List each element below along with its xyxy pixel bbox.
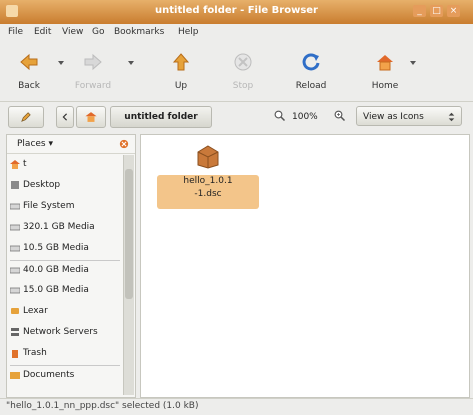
back-arrow-icon <box>20 53 38 71</box>
sidebar-item-file-system[interactable]: File System <box>10 197 120 215</box>
edit-location-button[interactable] <box>8 106 44 128</box>
home-icon <box>377 55 393 71</box>
path-current-folder-button[interactable]: untitled folder <box>110 106 212 128</box>
file-item-selected[interactable]: hello_1.0.1 -1.dsc <box>157 145 259 209</box>
view-mode-select[interactable]: View as Icons <box>356 106 462 126</box>
trash-icon <box>12 350 18 358</box>
sidebar-item-trash[interactable]: Trash <box>10 344 120 362</box>
home-dropdown-icon[interactable] <box>410 61 416 65</box>
drive-icon <box>10 287 20 294</box>
usb-drive-icon <box>11 308 19 314</box>
sidebar-item-home[interactable]: t <box>10 155 120 173</box>
forward-button[interactable]: Forward <box>64 47 122 95</box>
file-name-line-1: hello_1.0.1 <box>183 176 233 186</box>
sidebar-scrollbar[interactable] <box>123 155 134 395</box>
reload-button[interactable]: Reload <box>282 47 340 95</box>
zoom-in-icon[interactable] <box>334 110 346 122</box>
network-icon <box>11 328 19 336</box>
zoom-out-icon[interactable] <box>274 110 286 122</box>
drive-icon <box>10 203 20 210</box>
sidebar-item-media-320[interactable]: 320.1 GB Media <box>10 218 120 236</box>
sidebar-item-network-servers[interactable]: Network Servers <box>10 323 120 341</box>
close-icon[interactable]: × <box>447 5 460 17</box>
package-file-icon <box>197 145 219 169</box>
sidebar-header: Places ▾ <box>7 135 135 154</box>
menu-bar: File Edit View Go Bookmarks Help <box>0 25 473 42</box>
stop-button[interactable]: Stop <box>214 47 272 95</box>
back-button[interactable]: Back <box>0 47 58 95</box>
reload-icon <box>302 53 320 71</box>
sidebar-item-desktop[interactable]: Desktop <box>10 176 120 194</box>
drive-icon <box>10 267 20 274</box>
folder-icon <box>10 372 20 379</box>
status-bar: "hello_1.0.1_nn_ppp.dsc" selected (1.0 k… <box>0 398 473 415</box>
home-folder-icon <box>10 160 20 169</box>
view-mode-label: View as Icons <box>363 112 424 122</box>
stop-icon <box>234 53 252 71</box>
places-sidebar: Places ▾ t Desktop File System 320.1 GB … <box>6 134 136 398</box>
home-folder-icon <box>85 112 97 122</box>
window-title: untitled folder - File Browser <box>155 5 318 16</box>
chevron-left-icon <box>62 113 68 121</box>
up-arrow-icon <box>172 53 190 71</box>
close-sidebar-icon[interactable] <box>119 139 129 149</box>
up-button[interactable]: Up <box>152 47 210 95</box>
menu-help[interactable]: Help <box>178 27 199 37</box>
drive-icon <box>10 245 20 252</box>
location-bar: untitled folder 100% View as Icons <box>0 102 473 130</box>
forward-arrow-icon <box>84 53 102 71</box>
file-view-area[interactable]: hello_1.0.1 -1.dsc <box>140 134 470 398</box>
sidebar-scrollbar-thumb[interactable] <box>125 169 133 299</box>
menu-bookmarks[interactable]: Bookmarks <box>114 27 164 37</box>
sidebar-item-media-15[interactable]: 15.0 GB Media <box>10 281 120 299</box>
menu-go[interactable]: Go <box>92 27 104 37</box>
main-toolbar: Back Forward Up Stop Reload Home <box>0 43 473 102</box>
select-arrows-icon <box>448 112 455 122</box>
file-name-label: hello_1.0.1 -1.dsc <box>157 175 259 209</box>
places-selector[interactable]: Places ▾ <box>17 139 53 149</box>
pencil-icon <box>21 112 31 122</box>
desktop-icon <box>11 181 19 189</box>
sidebar-item-media-10[interactable]: 10.5 GB Media <box>10 239 120 257</box>
sidebar-item-lexar[interactable]: Lexar <box>10 302 120 320</box>
maximize-icon[interactable]: □ <box>430 5 443 17</box>
zoom-level[interactable]: 100% <box>292 112 318 122</box>
sidebar-item-media-40[interactable]: 40.0 GB Media <box>10 260 120 279</box>
status-text: "hello_1.0.1_nn_ppp.dsc" selected (1.0 k… <box>6 401 199 411</box>
drive-icon <box>10 224 20 231</box>
menu-edit[interactable]: Edit <box>34 27 51 37</box>
minimize-icon[interactable]: _ <box>413 5 426 17</box>
forward-history-dropdown-icon[interactable] <box>128 61 134 65</box>
file-browser-window: untitled folder - File Browser _ □ × Fil… <box>0 0 473 415</box>
path-scroll-left-button[interactable] <box>56 106 74 128</box>
menu-view[interactable]: View <box>62 27 83 37</box>
path-home-button[interactable] <box>76 106 106 128</box>
menu-file[interactable]: File <box>8 27 23 37</box>
home-button[interactable]: Home <box>356 47 414 95</box>
sidebar-item-documents[interactable]: Documents <box>10 365 120 384</box>
title-bar[interactable]: untitled folder - File Browser _ □ × <box>0 0 473 24</box>
file-name-line-2: -1.dsc <box>194 189 222 199</box>
